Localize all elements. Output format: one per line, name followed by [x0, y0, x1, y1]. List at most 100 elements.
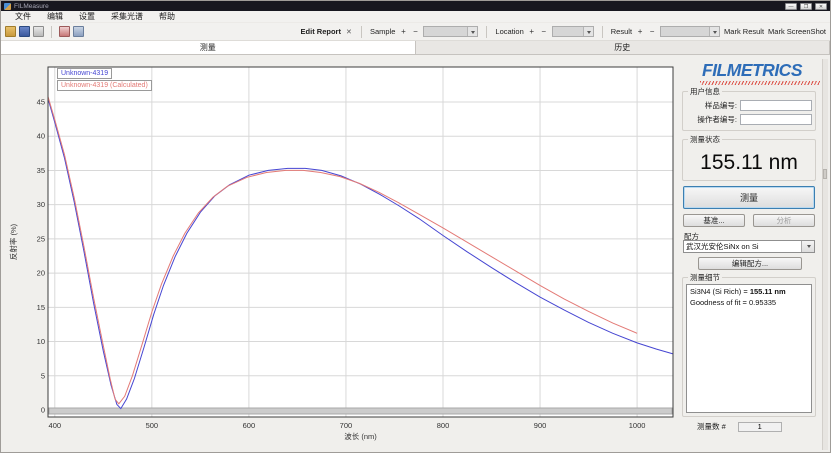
toolbar-separator: [361, 26, 362, 38]
toolbar: Edit Report ✕ Sample + − Location + − Re…: [1, 23, 830, 40]
result-select[interactable]: [660, 26, 720, 37]
svg-text:400: 400: [49, 421, 62, 430]
tab-history[interactable]: 历史: [416, 41, 831, 54]
recipe-selected-value: 武汉光安伦SiNx on Si: [686, 241, 801, 252]
splitter-grip-icon: [823, 169, 827, 179]
toolbar-separator: [51, 26, 52, 38]
sample-number-input[interactable]: [740, 100, 812, 111]
result-remove-button[interactable]: −: [648, 27, 656, 36]
open-icon[interactable]: [5, 26, 16, 37]
chart-zoom-scrollbar[interactable]: [49, 409, 672, 415]
filmetrics-logo: FILMETRICS: [680, 60, 824, 81]
measurement-status-title: 测量状态: [688, 135, 722, 144]
svg-text:反射率 (%): 反射率 (%): [8, 223, 18, 260]
print-icon[interactable]: [33, 26, 44, 37]
dropdown-arrow-icon[interactable]: [801, 241, 814, 252]
svg-text:5: 5: [41, 371, 45, 380]
sample-label: Sample: [370, 27, 395, 36]
filmeasure-window: FILMeasure — ❐ ✕ 文件 编辑 设置 采集光谱 帮助 Edit R…: [0, 0, 831, 453]
app-icon: [4, 3, 11, 10]
chart-legend: Unknown-4319 Unknown-4319 (Calculated): [57, 68, 152, 92]
operator-number-label: 操作者编号:: [697, 114, 737, 125]
main-content: 400 500 600 700 800 900 1000 0 5 10 15 20 25 30 35 40 45…: [1, 55, 830, 453]
measurement-count-input[interactable]: [738, 422, 782, 432]
svg-text:10: 10: [37, 337, 45, 346]
save-icon[interactable]: [19, 26, 30, 37]
close-button[interactable]: ✕: [815, 3, 827, 10]
measurement-count-label: 测量数 #: [697, 421, 726, 432]
chart-canvas[interactable]: 400 500 600 700 800 900 1000 0 5 10 15 20 25 30 35 40 45…: [8, 59, 676, 447]
title-bar: FILMeasure — ❐ ✕: [1, 1, 830, 11]
menu-help[interactable]: 帮助: [151, 11, 183, 22]
svg-text:900: 900: [534, 421, 547, 430]
sample-number-label: 样品编号:: [705, 100, 737, 111]
logo-hatch-decoration: [700, 81, 820, 85]
svg-text:1000: 1000: [629, 421, 646, 430]
panel-splitter[interactable]: [822, 59, 828, 450]
thickness-result-value: 155.11 nm: [683, 151, 815, 175]
svg-text:500: 500: [146, 421, 159, 430]
user-info-title: 用户信息: [688, 87, 722, 96]
toolbar-separator: [486, 26, 487, 38]
baseline-button[interactable]: 基准...: [683, 214, 745, 227]
svg-text:600: 600: [243, 421, 256, 430]
location-label: Location: [495, 27, 523, 36]
spectrum-icon[interactable]: [59, 26, 70, 37]
measure-button[interactable]: 测量: [683, 186, 815, 209]
menu-file[interactable]: 文件: [7, 11, 39, 22]
dropdown-arrow-icon: [583, 27, 593, 36]
svg-text:15: 15: [37, 303, 45, 312]
measurement-panel: FILMETRICS 用户信息 样品编号: 操作者编号: 测量状态 155.11…: [680, 59, 824, 449]
tab-measure[interactable]: 测量: [1, 41, 416, 54]
details-thickness-value: 155.11 nm: [750, 287, 786, 296]
sample-select[interactable]: [423, 26, 478, 37]
measurement-status-group: 测量状态 155.11 nm: [682, 139, 816, 181]
svg-text:波长 (nm): 波长 (nm): [344, 431, 377, 441]
dropdown-arrow-icon: [467, 27, 477, 36]
mark-screenshot-button[interactable]: Mark ScreenShot: [768, 27, 826, 36]
tab-bar: 测量 历史: [1, 40, 830, 55]
details-goodness-of-fit: Goodness of fit = 0.95335: [690, 298, 808, 309]
menu-settings[interactable]: 设置: [71, 11, 103, 22]
edit-report-button[interactable]: Edit Report: [301, 27, 341, 36]
edit-recipe-button[interactable]: 编辑配方...: [698, 257, 802, 270]
spectrum-chart[interactable]: 400 500 600 700 800 900 1000 0 5 10 15 20 25 30 35 40 45…: [8, 59, 676, 447]
operator-number-input[interactable]: [740, 114, 812, 125]
svg-text:25: 25: [37, 234, 45, 243]
user-info-group: 用户信息 样品编号: 操作者编号:: [682, 91, 816, 131]
measurement-details-title: 测量细节: [688, 273, 722, 282]
svg-text:40: 40: [37, 132, 45, 141]
restore-button[interactable]: ❐: [800, 3, 812, 10]
svg-text:20: 20: [37, 269, 45, 278]
location-select[interactable]: [552, 26, 594, 37]
result-add-button[interactable]: +: [636, 27, 644, 36]
menu-edit[interactable]: 编辑: [39, 11, 71, 22]
legend-measured: Unknown-4319: [57, 68, 112, 79]
toolbar-separator: [602, 26, 603, 38]
svg-text:30: 30: [37, 200, 45, 209]
menu-bar: 文件 编辑 设置 采集光谱 帮助: [1, 11, 830, 23]
mark-result-button[interactable]: Mark Result: [724, 27, 764, 36]
sample-add-button[interactable]: +: [399, 27, 407, 36]
menu-acquire-spectrum[interactable]: 采集光谱: [103, 11, 151, 22]
window-title: FILMeasure: [14, 3, 782, 10]
measurement-details-group: 测量细节 Si3N4 (Si Rich) = 155.11 nm Goodnes…: [682, 277, 816, 417]
legend-calculated: Unknown-4319 (Calculated): [57, 80, 152, 91]
svg-text:35: 35: [37, 166, 45, 175]
measurement-details-box: Si3N4 (Si Rich) = 155.11 nm Goodness of …: [686, 284, 812, 413]
details-thickness-line: Si3N4 (Si Rich) = 155.11 nm: [690, 287, 808, 298]
analyze-button[interactable]: 分析: [753, 214, 815, 227]
dropdown-arrow-icon: [709, 27, 719, 36]
svg-text:0: 0: [41, 406, 45, 415]
svg-text:45: 45: [37, 98, 45, 107]
sample-remove-button[interactable]: −: [411, 27, 419, 36]
minimize-button[interactable]: —: [785, 3, 797, 10]
details-layer-label: Si3N4 (Si Rich) =: [690, 287, 750, 296]
svg-text:800: 800: [437, 421, 450, 430]
location-remove-button[interactable]: −: [540, 27, 548, 36]
screenshot-icon[interactable]: [73, 26, 84, 37]
svg-text:700: 700: [340, 421, 353, 430]
location-add-button[interactable]: +: [528, 27, 536, 36]
recipe-select[interactable]: 武汉光安伦SiNx on Si: [683, 240, 815, 253]
edit-report-close-icon[interactable]: ✕: [345, 28, 353, 36]
